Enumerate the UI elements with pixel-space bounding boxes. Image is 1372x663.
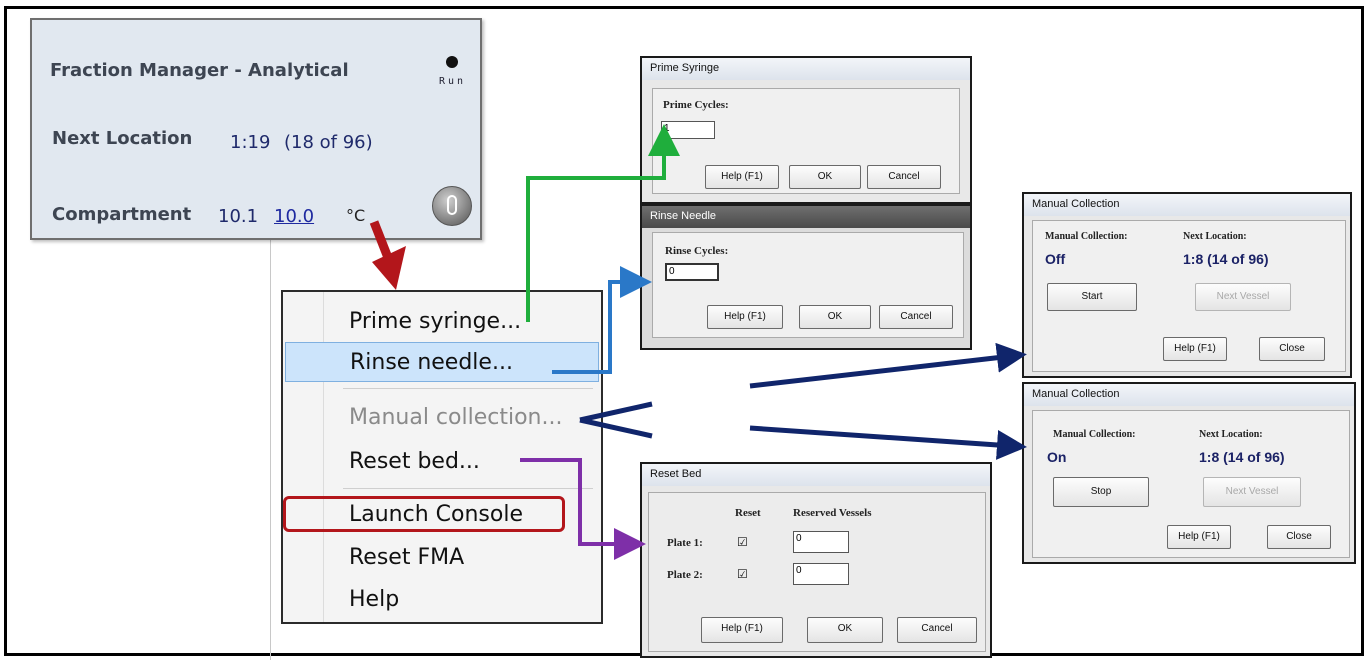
menu-item-manual-collection[interactable]: Manual collection... <box>285 398 599 438</box>
menu-item-label: Reset bed... <box>349 449 480 474</box>
context-menu: Prime syringe... Rinse needle... Manual … <box>281 290 603 624</box>
plate-2-reset-checkbox[interactable]: ☑ <box>737 567 748 582</box>
compartment-unit: °C <box>346 206 366 225</box>
help-button[interactable]: Help (F1) <box>707 305 783 329</box>
menu-item-label: Help <box>349 587 400 612</box>
next-location-label: Next Location: <box>1199 429 1263 440</box>
fm-title: Fraction Manager - Analytical <box>50 60 349 81</box>
rinse-cycles-input[interactable]: 0 <box>665 263 719 281</box>
rinse-cycles-label: Rinse Cycles: <box>665 245 729 257</box>
manual-collection-label: Manual Collection: <box>1053 429 1136 440</box>
plate-1-label: Plate 1: <box>667 537 703 549</box>
help-button[interactable]: Help (F1) <box>1167 525 1231 549</box>
next-location-value: 1:8 (14 of 96) <box>1183 251 1269 267</box>
dialog-body: Prime Cycles: 1 Help (F1) OK Cancel <box>652 88 960 194</box>
menu-item-reset-fma[interactable]: Reset FMA <box>285 538 599 578</box>
ok-button[interactable]: OK <box>807 617 883 643</box>
menu-item-reset-bed[interactable]: Reset bed... <box>285 442 599 482</box>
close-button[interactable]: Close <box>1259 337 1325 361</box>
reset-column-header: Reset <box>735 507 761 519</box>
fraction-manager-panel[interactable]: Fraction Manager - Analytical Run Next L… <box>30 18 482 240</box>
dialog-title: Reset Bed <box>642 464 990 486</box>
dialog-title: Rinse Needle <box>642 206 970 228</box>
cancel-button[interactable]: Cancel <box>897 617 977 643</box>
dialog-body: Manual Collection: Off Next Location: 1:… <box>1032 220 1346 372</box>
reserved-vessels-header: Reserved Vessels <box>793 507 872 519</box>
menu-item-prime-syringe[interactable]: Prime syringe... <box>285 302 599 342</box>
thermometer-icon[interactable] <box>432 186 472 226</box>
menu-separator <box>343 388 593 389</box>
menu-item-label: Prime syringe... <box>349 309 522 334</box>
prime-syringe-dialog: Prime Syringe Prime Cycles: 1 Help (F1) … <box>640 56 972 204</box>
cancel-button[interactable]: Cancel <box>879 305 953 329</box>
dialog-body: Rinse Cycles: 0 Help (F1) OK Cancel <box>652 232 964 338</box>
help-button[interactable]: Help (F1) <box>701 617 783 643</box>
dialog-title: Manual Collection <box>1024 194 1350 216</box>
plate-1-reset-checkbox[interactable]: ☑ <box>737 535 748 550</box>
next-location-value: 1:19 <box>230 132 271 153</box>
plate-2-reserved-input[interactable]: 0 <box>793 563 849 585</box>
stop-button[interactable]: Stop <box>1053 477 1149 507</box>
start-button[interactable]: Start <box>1047 283 1137 311</box>
cancel-button[interactable]: Cancel <box>867 165 941 189</box>
next-location-label: Next Location: <box>1183 231 1247 242</box>
menu-separator <box>343 488 593 489</box>
highlight-box <box>283 496 565 532</box>
ok-button[interactable]: OK <box>789 165 861 189</box>
compartment-actual: 10.1 <box>218 206 259 227</box>
manual-collection-status: Off <box>1045 251 1066 267</box>
close-button[interactable]: Close <box>1267 525 1331 549</box>
dialog-title: Prime Syringe <box>642 58 970 80</box>
next-location-count: (18 of 96) <box>284 132 373 153</box>
help-button[interactable]: Help (F1) <box>705 165 779 189</box>
ok-button[interactable]: OK <box>799 305 871 329</box>
reset-bed-dialog: Reset Bed Reset Reserved Vessels Plate 1… <box>640 462 992 658</box>
dialog-body: Manual Collection: On Next Location: 1:8… <box>1032 410 1350 558</box>
next-vessel-button[interactable]: Next Vessel <box>1203 477 1301 507</box>
next-location-label: Next Location <box>52 128 193 149</box>
plate-2-label: Plate 2: <box>667 569 703 581</box>
manual-collection-label: Manual Collection: <box>1045 231 1128 242</box>
prime-cycles-label: Prime Cycles: <box>663 99 729 111</box>
next-location-value: 1:8 (14 of 96) <box>1199 449 1285 465</box>
compartment-label: Compartment <box>52 204 192 225</box>
dialog-body: Reset Reserved Vessels Plate 1: ☑ 0 Plat… <box>648 492 986 652</box>
help-button[interactable]: Help (F1) <box>1163 337 1227 361</box>
dialog-title: Manual Collection <box>1024 384 1354 406</box>
next-vessel-button[interactable]: Next Vessel <box>1195 283 1291 311</box>
compartment-setpoint-link[interactable]: 10.0 <box>274 206 314 227</box>
menu-item-label: Rinse needle... <box>350 350 513 375</box>
plate-1-reserved-input[interactable]: 0 <box>793 531 849 553</box>
manual-collection-off-dialog: Manual Collection Manual Collection: Off… <box>1022 192 1352 378</box>
divider-line <box>270 240 271 660</box>
run-status-icon <box>446 56 458 68</box>
run-status-label: Run <box>439 76 467 87</box>
rinse-needle-dialog: Rinse Needle Rinse Cycles: 0 Help (F1) O… <box>640 204 972 350</box>
menu-item-rinse-needle[interactable]: Rinse needle... <box>285 342 599 382</box>
manual-collection-status: On <box>1047 449 1067 465</box>
menu-item-label: Manual collection... <box>349 405 563 430</box>
prime-cycles-input[interactable]: 1 <box>661 121 715 139</box>
menu-item-label: Reset FMA <box>349 545 465 570</box>
manual-collection-on-dialog: Manual Collection Manual Collection: On … <box>1022 382 1356 564</box>
menu-item-help[interactable]: Help <box>285 580 599 620</box>
